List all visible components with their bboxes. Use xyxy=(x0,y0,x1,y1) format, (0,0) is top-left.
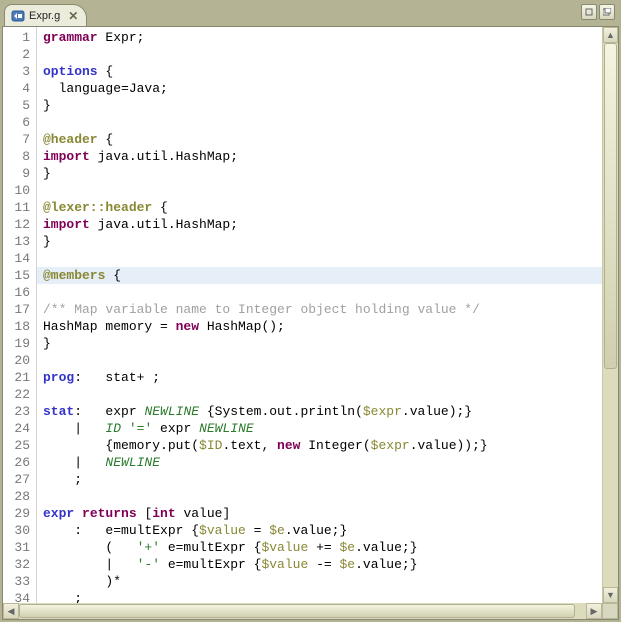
line-number: 4 xyxy=(3,80,30,97)
code-line[interactable]: @header { xyxy=(43,132,113,147)
line-number: 15 xyxy=(3,267,30,284)
code-line[interactable]: ; xyxy=(43,591,82,603)
line-number: 24 xyxy=(3,420,30,437)
line-number: 21 xyxy=(3,369,30,386)
window-controls xyxy=(581,4,615,20)
line-number: 33 xyxy=(3,573,30,590)
code-line[interactable]: @members { xyxy=(37,267,602,284)
code-line[interactable]: stat: expr NEWLINE {System.out.println($… xyxy=(43,404,472,419)
line-number: 32 xyxy=(3,556,30,573)
line-number: 27 xyxy=(3,471,30,488)
close-icon[interactable]: ✕ xyxy=(68,10,78,22)
vscroll-thumb[interactable] xyxy=(604,43,617,369)
code-line[interactable]: } xyxy=(43,336,51,351)
line-number-gutter: 1234567891011121314151617181920212223242… xyxy=(3,27,37,603)
code-line[interactable]: expr returns [int value] xyxy=(43,506,230,521)
line-number: 34 xyxy=(3,590,30,603)
line-number: 13 xyxy=(3,233,30,250)
code-line[interactable]: )* xyxy=(43,574,121,589)
line-number: 3 xyxy=(3,63,30,80)
line-number: 7 xyxy=(3,131,30,148)
line-number: 6 xyxy=(3,114,30,131)
hscroll-track[interactable] xyxy=(19,603,586,619)
line-number: 9 xyxy=(3,165,30,182)
line-number: 16 xyxy=(3,284,30,301)
code-line[interactable]: import java.util.HashMap; xyxy=(43,149,238,164)
code-line[interactable]: } xyxy=(43,166,51,181)
code-line[interactable]: grammar Expr; xyxy=(43,30,144,45)
code-line[interactable]: | NEWLINE xyxy=(43,455,160,470)
tab-title: Expr.g xyxy=(29,10,60,22)
line-number: 12 xyxy=(3,216,30,233)
code-line[interactable]: | ID '=' expr NEWLINE xyxy=(43,421,254,436)
line-number: 17 xyxy=(3,301,30,318)
line-number: 8 xyxy=(3,148,30,165)
maximize-button[interactable] xyxy=(599,4,615,20)
hscroll-thumb[interactable] xyxy=(19,604,575,618)
line-number: 30 xyxy=(3,522,30,539)
code-content[interactable]: grammar Expr; options { language=Java; }… xyxy=(37,27,602,603)
code-line[interactable]: HashMap memory = new HashMap(); xyxy=(43,319,285,334)
code-line[interactable]: options { xyxy=(43,64,113,79)
minimize-button[interactable] xyxy=(581,4,597,20)
vscroll-track[interactable] xyxy=(603,43,618,587)
line-number: 2 xyxy=(3,46,30,63)
code-line[interactable]: /** Map variable name to Integer object … xyxy=(43,302,480,317)
line-number: 14 xyxy=(3,250,30,267)
line-number: 28 xyxy=(3,488,30,505)
code-line[interactable]: import java.util.HashMap; xyxy=(43,217,238,232)
code-line[interactable]: prog: stat+ ; xyxy=(43,370,160,385)
code-line[interactable]: } xyxy=(43,98,51,113)
line-number: 22 xyxy=(3,386,30,403)
code-line[interactable]: ; xyxy=(43,472,82,487)
code-line[interactable]: @lexer::header { xyxy=(43,200,168,215)
scroll-corner xyxy=(602,603,618,619)
horizontal-scrollbar[interactable]: ◀ ▶ xyxy=(3,603,618,619)
scroll-down-icon[interactable]: ▼ xyxy=(603,587,618,603)
code-line[interactable]: | '-' e=multExpr {$value -= $e.value;} xyxy=(43,557,418,572)
code-line[interactable]: language=Java; xyxy=(43,81,168,96)
code-line[interactable]: {memory.put($ID.text, new Integer($expr.… xyxy=(43,438,488,453)
line-number: 20 xyxy=(3,352,30,369)
file-icon xyxy=(11,9,25,23)
line-number: 5 xyxy=(3,97,30,114)
line-number: 1 xyxy=(3,29,30,46)
editor-body: 1234567891011121314151617181920212223242… xyxy=(2,26,619,620)
line-number: 10 xyxy=(3,182,30,199)
line-number: 19 xyxy=(3,335,30,352)
line-number: 29 xyxy=(3,505,30,522)
scroll-left-icon[interactable]: ◀ xyxy=(3,603,19,619)
line-number: 25 xyxy=(3,437,30,454)
line-number: 31 xyxy=(3,539,30,556)
scroll-right-icon[interactable]: ▶ xyxy=(586,603,602,619)
tab-bar: Expr.g ✕ xyxy=(2,2,619,26)
line-number: 23 xyxy=(3,403,30,420)
tab-expr-g[interactable]: Expr.g ✕ xyxy=(4,4,87,26)
vertical-scrollbar[interactable]: ▲ ▼ xyxy=(602,27,618,603)
editor-window: Expr.g ✕ 1234567891011121314151617181920… xyxy=(0,0,621,622)
code-line[interactable]: ( '+' e=multExpr {$value += $e.value;} xyxy=(43,540,418,555)
scroll-up-icon[interactable]: ▲ xyxy=(603,27,618,43)
code-line[interactable]: } xyxy=(43,234,51,249)
code-line[interactable]: : e=multExpr {$value = $e.value;} xyxy=(43,523,347,538)
line-number: 26 xyxy=(3,454,30,471)
line-number: 11 xyxy=(3,199,30,216)
code-area: 1234567891011121314151617181920212223242… xyxy=(3,27,618,603)
line-number: 18 xyxy=(3,318,30,335)
